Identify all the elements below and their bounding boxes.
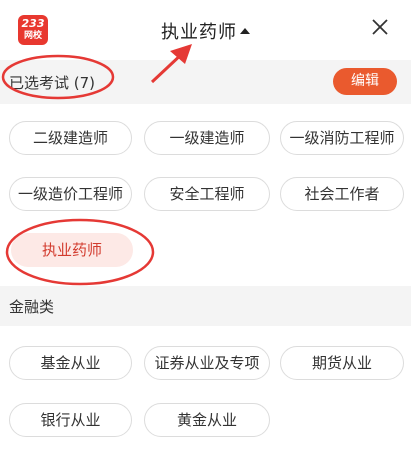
page-title[interactable]: 执业药师 [161,22,237,43]
exam-chip[interactable]: 期货从业 [280,346,404,380]
exam-chip[interactable]: 社会工作者 [280,177,404,211]
selected-section-header: 已选考试 (7) 编辑 [0,60,411,104]
exam-chip[interactable]: 银行从业 [9,403,132,437]
exam-chip[interactable]: 基金从业 [9,346,132,380]
title-dropdown[interactable]: 执业药师 [0,18,411,44]
exam-chip-selected[interactable]: 执业药师 [11,233,133,267]
exam-chip[interactable]: 一级建造师 [144,121,270,155]
close-icon[interactable] [369,16,391,38]
selected-count-label: 已选考试 (7) [9,74,96,92]
exam-chip[interactable]: 安全工程师 [144,177,270,211]
edit-button[interactable]: 编辑 [333,68,397,95]
exam-chip[interactable]: 证券从业及专项 [144,346,270,380]
exam-chip[interactable]: 黄金从业 [144,403,270,437]
caret-up-icon[interactable] [240,28,250,34]
exam-chip[interactable]: 一级造价工程师 [9,177,132,211]
exam-chip[interactable]: 二级建造师 [9,121,132,155]
finance-section-header: 金融类 [0,286,411,326]
header-bar: 233 网校 执业药师 [0,0,411,60]
finance-section-label: 金融类 [9,298,55,316]
exam-chip[interactable]: 一级消防工程师 [280,121,404,155]
